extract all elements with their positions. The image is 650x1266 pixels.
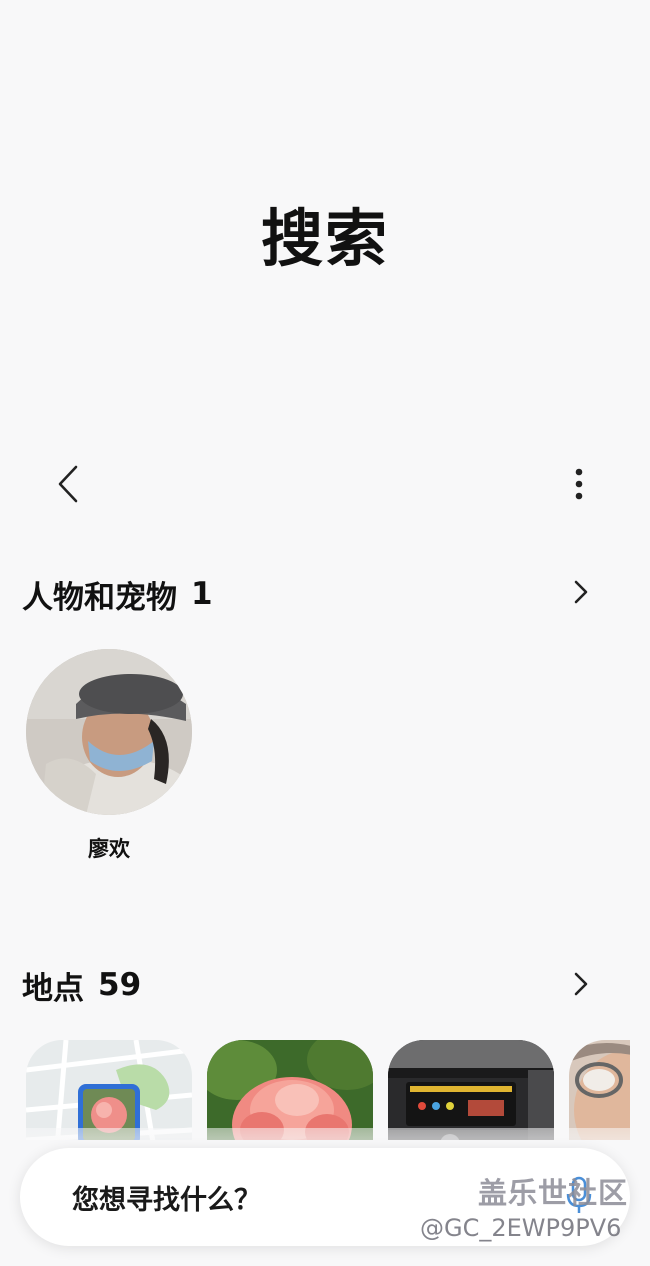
place-thumbnail-man[interactable]: [569, 1040, 630, 1140]
search-page: 搜索 人物和宠物 1 廖欢 地点 59 您想寻找什么？ 盖乐世社区 @GC_2E…: [0, 0, 650, 1266]
more-options-button[interactable]: [562, 462, 596, 506]
search-input[interactable]: 您想寻找什么？: [72, 1178, 261, 1217]
person-avatar: [26, 649, 192, 815]
person-card[interactable]: 廖欢: [26, 649, 192, 863]
more-vertical-icon: [575, 468, 583, 500]
places-section-header[interactable]: 地点 59: [22, 965, 142, 1007]
place-thumbnail-map[interactable]: [26, 1040, 192, 1140]
places-section-count: 59: [98, 967, 142, 1003]
person-name: 廖欢: [88, 837, 130, 861]
people-section-count: 1: [191, 576, 213, 612]
places-section-label: 地点: [22, 970, 84, 1007]
people-section-header[interactable]: 人物和宠物 1: [22, 574, 213, 616]
place-thumbnail-rose[interactable]: [207, 1040, 373, 1140]
place-thumbnail-engine[interactable]: [388, 1040, 554, 1140]
chevron-right-icon: [574, 972, 588, 996]
places-thumbnail-row[interactable]: [26, 1040, 630, 1140]
back-button[interactable]: [48, 462, 88, 506]
people-section-label: 人物和宠物: [22, 579, 177, 616]
places-section-arrow[interactable]: [566, 964, 596, 1004]
watermark-community: 盖乐世社区: [478, 1176, 629, 1210]
chevron-right-icon: [574, 580, 588, 604]
people-section-arrow[interactable]: [566, 572, 596, 612]
chevron-left-icon: [58, 465, 78, 503]
page-title: 搜索: [260, 202, 389, 275]
watermark-user-id: @GC_2EWP9PV6: [420, 1214, 622, 1242]
